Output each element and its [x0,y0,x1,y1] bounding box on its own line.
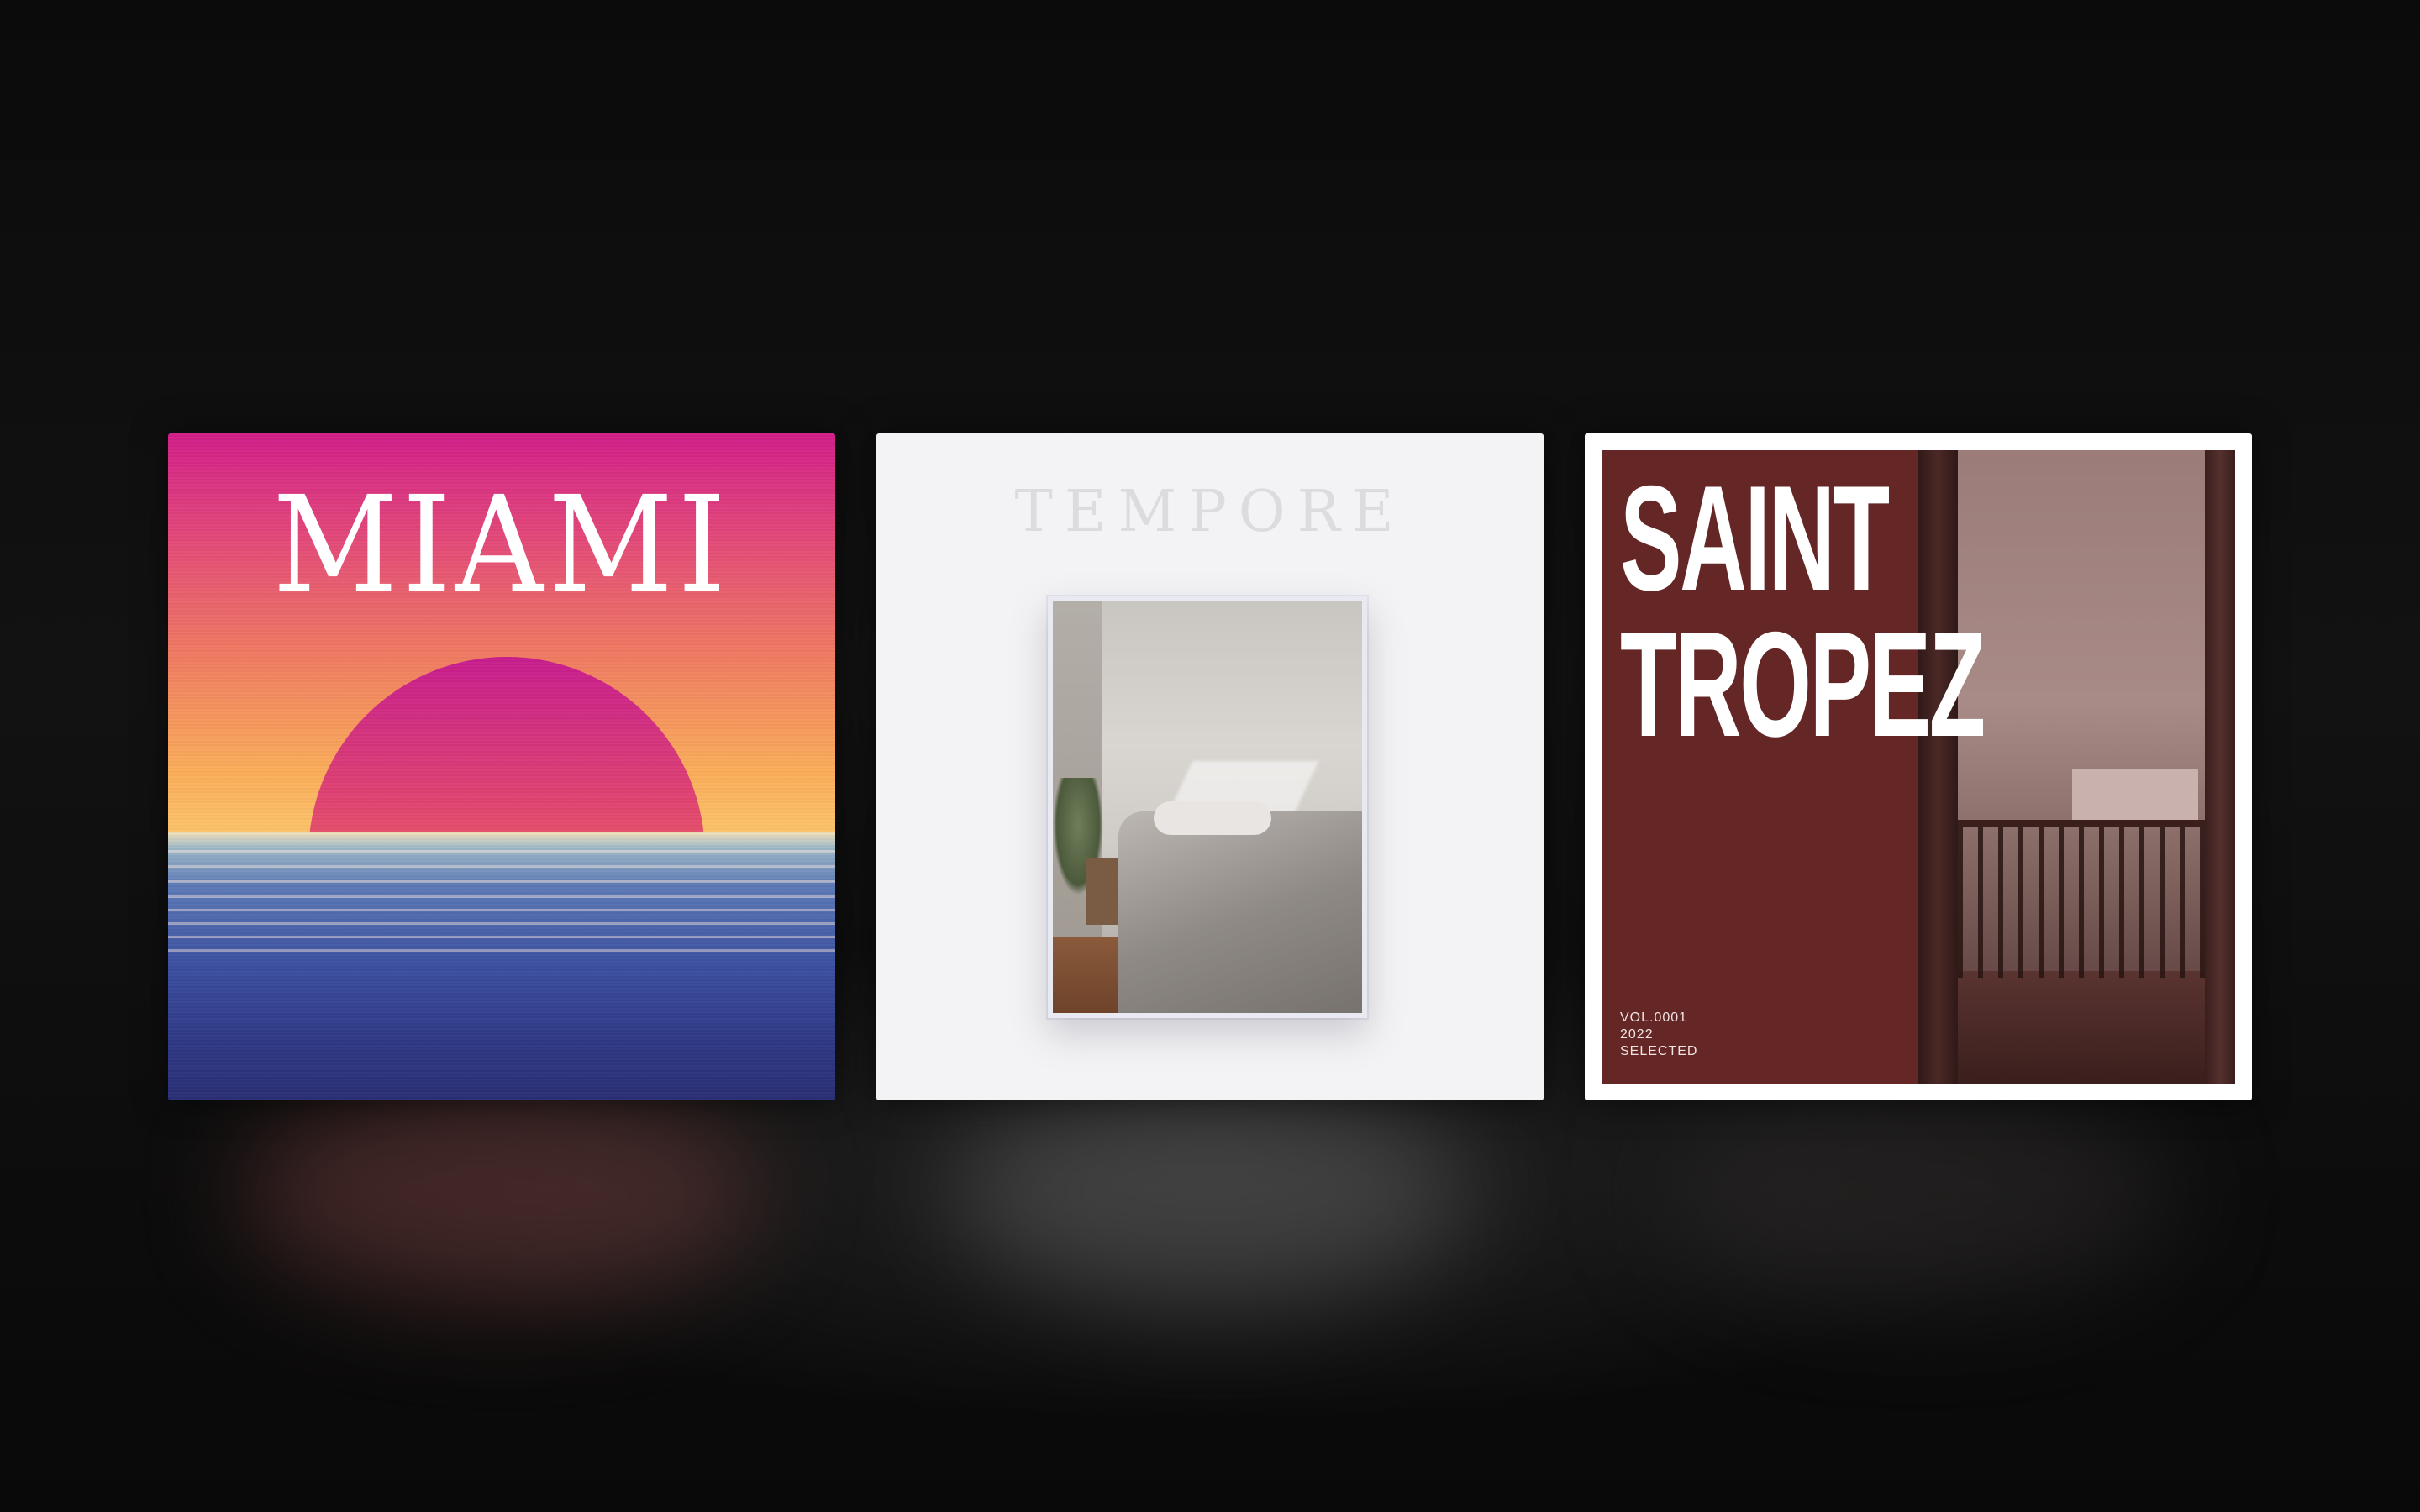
album-cover-miami[interactable]: MIAMI [168,433,835,1100]
album-cover-saint-tropez[interactable]: SAINT TROPEZ VOL.0001 2022 SELECTED [1585,433,2252,1100]
tropez-title: SAINT TROPEZ [1620,454,1986,769]
miami-reflection-glow [241,1084,762,1302]
tropez-selected: SELECTED [1620,1044,1698,1058]
bedroom-photo [1053,601,1362,1013]
tempore-photo-frame [1048,596,1367,1018]
tropez-title-line1: SAINT [1620,454,1890,622]
tropez-meta: VOL.0001 2022 SELECTED [1620,1010,1697,1060]
album-cover-tempore[interactable]: TEMPORE [876,433,1544,1100]
tropez-panel: SAINT TROPEZ VOL.0001 2022 SELECTED [1602,450,2235,1084]
stage: MIAMI TEMPORE SAINT TROPEZ VOL.0001 2022… [0,0,2420,1512]
tempore-reflection-glow [950,1084,1470,1302]
tropez-title-line2: TROPEZ [1620,601,1986,769]
tempore-title: TEMPORE [1014,479,1406,545]
tropez-volume: VOL.0001 [1620,1011,1688,1025]
tropez-year: 2022 [1620,1027,1654,1042]
miami-title: MIAMI [272,468,731,622]
tropez-reflection-glow [1658,1084,2179,1302]
